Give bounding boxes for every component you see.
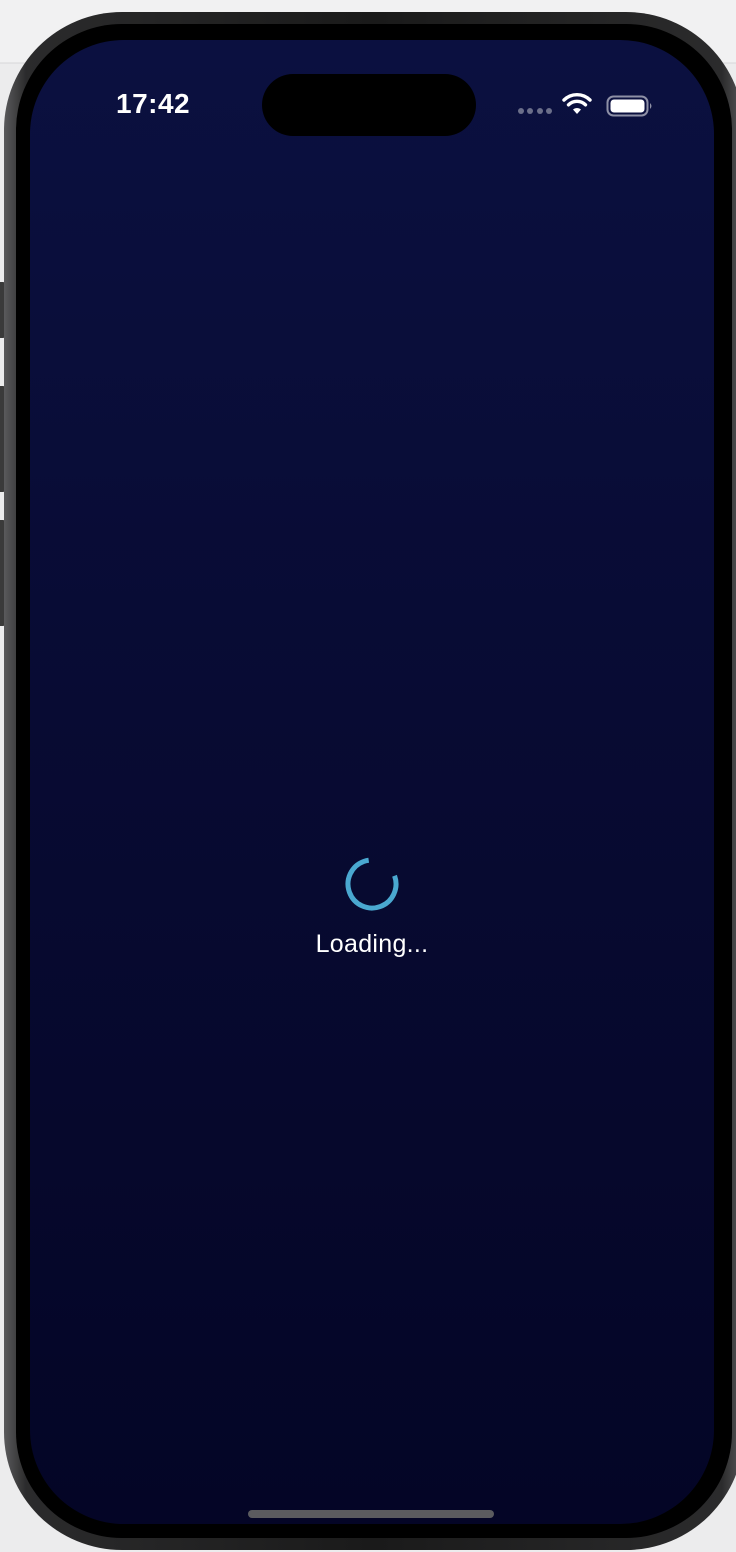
status-bar: 17:42 xyxy=(30,40,714,160)
app-screen: 17:42 Loading... xyxy=(30,40,714,1524)
spinner-icon xyxy=(345,857,399,911)
battery-icon xyxy=(606,95,652,117)
phone-bezel: 17:42 Loading... xyxy=(16,24,732,1538)
dynamic-island xyxy=(262,74,476,136)
phone-frame: 17:42 Loading... xyxy=(4,12,736,1550)
signal-dots-icon xyxy=(518,108,552,114)
status-time: 17:42 xyxy=(116,88,191,119)
wifi-icon xyxy=(562,93,592,114)
home-indicator[interactable] xyxy=(248,1510,494,1518)
loading-text: Loading... xyxy=(315,930,429,958)
